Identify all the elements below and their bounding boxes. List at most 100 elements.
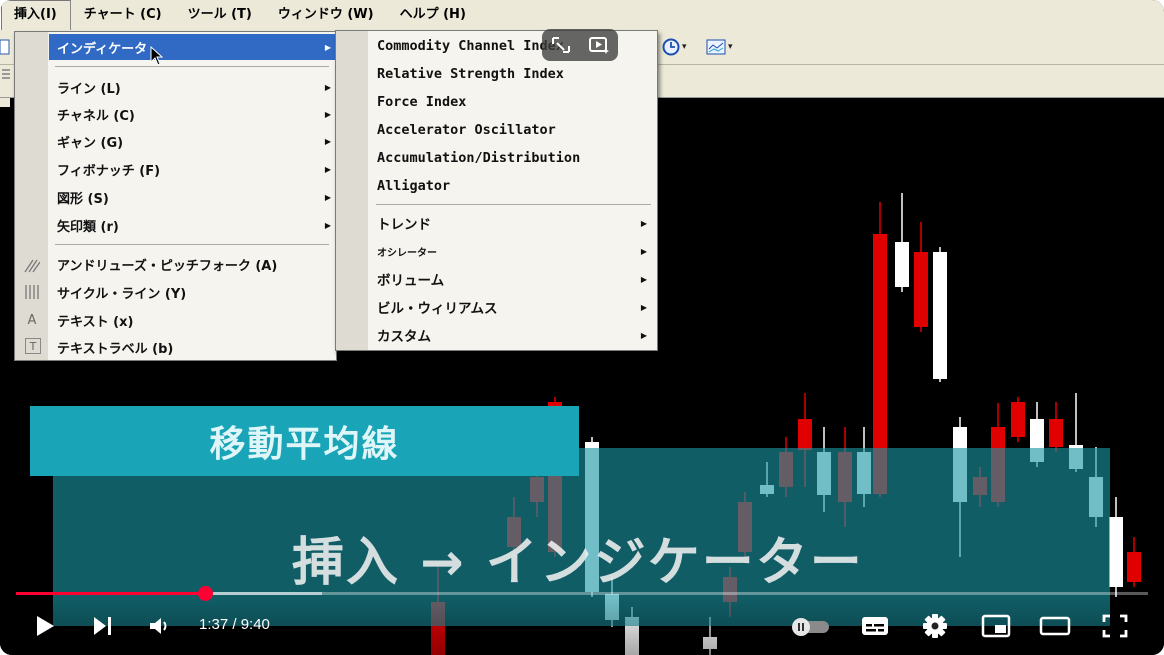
menu-item-shapes[interactable]: 図形 (S) ▶ [49,184,339,210]
menu-item-text-label[interactable]: テキストラベル (b) [49,334,339,360]
submenu-arrow-icon: ▶ [324,42,331,52]
settings-button[interactable] [920,609,950,643]
menu-help[interactable]: ヘルプ (H) [387,0,479,30]
submenu-item-bill-williams[interactable]: ビル・ウィリアムス ▶ [369,293,655,321]
candle [914,222,928,332]
mute-button[interactable] [145,609,175,643]
candle [1049,402,1063,452]
submenu-arrow-icon: ▶ [324,164,331,174]
menu-item-label: インディケータ [57,41,148,57]
submenu-item-volumes[interactable]: ボリューム ▶ [369,265,655,293]
menu-item-arrows[interactable]: 矢印類 (r) ▶ [49,212,339,238]
clock-icon [662,38,680,56]
submenu-item-oscillators[interactable]: オシレーター ▶ [369,237,655,265]
settings-icon [923,614,947,638]
miniplayer-button[interactable] [980,609,1012,643]
subtitles-icon [862,617,888,635]
menu-item-label: アンドリューズ・ピッチフォーク (A) [57,258,278,274]
sparkle-play-icon [589,37,609,54]
progress-played [16,592,206,595]
submenu-arrow-icon: ▶ [640,218,647,228]
submenu-arrow-icon: ▶ [324,192,331,202]
theater-icon [1039,616,1071,636]
play-button[interactable] [30,609,60,643]
fullscreen-icon [1102,614,1128,638]
time-display: 1:37 / 9:40 [199,616,270,633]
submenu-arrow-icon: ▶ [324,109,331,119]
candle [1109,497,1123,597]
submenu-item-accumulation[interactable]: Accumulation/Distribution [369,144,655,172]
menu-item-label: チャネル (C) [57,108,135,124]
submenu-item-label: カスタム [377,329,431,345]
menu-chart[interactable]: チャート (C) [71,0,175,30]
submenu-item-label: Force Index [377,94,467,110]
menu-separator [55,244,329,245]
menu-item-channels[interactable]: チャネル (C) ▶ [49,101,339,127]
subtitles-button[interactable] [860,609,890,643]
menu-item-cycle-lines[interactable]: サイクル・ライン (Y) [49,279,339,305]
chapter-chip-button[interactable] [542,29,580,61]
cycle-lines-icon [23,283,41,301]
menu-separator [376,204,651,205]
menu-gutter [336,31,368,350]
autoplay-toggle-icon [792,618,829,636]
player-controls: 1:37 / 9:40 [0,598,1164,655]
submenu-item-accelerator[interactable]: Accelerator Oscillator [369,116,655,144]
menu-item-indicators[interactable]: インディケータ ▶ [49,34,339,60]
submenu-item-trend[interactable]: トレンド ▶ [369,209,655,237]
axis-stub [0,97,10,107]
menu-insert[interactable]: 挿入(I) [0,0,71,30]
submenu-item-alligator[interactable]: Alligator [369,172,655,200]
submenu-item-label: Alligator [377,178,451,194]
menu-item-gann[interactable]: ギャン (G) ▶ [49,128,339,154]
fullscreen-button[interactable] [1098,609,1132,643]
submenu-arrow-icon: ▶ [640,302,647,312]
video-player[interactable]: 挿入(I) チャート (C) ツール (T) ウィンドウ (W) ヘルプ (H)… [0,0,1164,655]
pitchfork-icon [23,256,41,274]
submenu-item-label: Accelerator Oscillator [377,122,556,138]
submenu-arrow-icon: ▶ [640,246,647,256]
timeframe-button[interactable]: ▾ [662,37,687,57]
progress-bar[interactable] [16,592,1148,595]
submenu-item-label: Relative Strength Index [377,66,564,82]
submenu-item-rsi[interactable]: Relative Strength Index [369,60,655,88]
menu-item-text[interactable]: テキスト (x) [49,307,339,333]
ask-chip-button[interactable] [580,29,618,61]
submenu-item-label: Accumulation/Distribution [377,150,581,166]
chart-template-icon [706,39,726,55]
templates-button[interactable]: ▾ [706,37,733,57]
candle [933,247,947,382]
text-label-icon: T [25,338,41,354]
autoplay-toggle[interactable] [788,609,832,643]
menu-item-lines[interactable]: ライン (L) ▶ [49,74,339,100]
toolbar-window-button[interactable] [0,37,10,57]
next-button[interactable] [87,609,117,643]
menu-item-label: 矢印類 (r) [57,219,119,235]
menu-item-label: ギャン (G) [57,135,124,151]
app-menubar: 挿入(I) チャート (C) ツール (T) ウィンドウ (W) ヘルプ (H) [0,0,1164,31]
menu-item-label: テキストラベル (b) [57,341,174,357]
next-icon [94,617,111,635]
submenu-item-label: Commodity Channel Index [377,38,564,54]
menu-item-fibonacci[interactable]: フィボナッチ (F) ▶ [49,156,339,182]
submenu-item-label: オシレーター [377,247,437,259]
overlay-caption: 挿入 → インジケーター [292,533,864,593]
submenu-arrow-icon: ▶ [324,82,331,92]
submenu-arrow-icon: ▶ [640,330,647,340]
menu-item-label: フィボナッチ (F) [57,163,161,179]
menu-item-andrews-pitchfork[interactable]: アンドリューズ・ピッチフォーク (A) [49,251,339,277]
overlay-title: 移動平均線 [209,424,400,465]
theater-mode-button[interactable] [1038,609,1072,643]
menu-item-label: テキスト (x) [57,314,134,330]
submenu-item-custom[interactable]: カスタム ▶ [369,321,655,349]
submenu-item-force-index[interactable]: Force Index [369,88,655,116]
title-banner: 移動平均線 [30,406,579,476]
menu-window[interactable]: ウィンドウ (W) [265,0,387,30]
candle [1011,397,1025,442]
volume-icon [150,618,167,634]
chevron-down-icon: ▾ [682,42,687,52]
window-icon [0,39,10,55]
text-icon: A [27,312,37,328]
menu-item-label: ライン (L) [57,81,121,97]
menu-tools[interactable]: ツール (T) [175,0,265,30]
